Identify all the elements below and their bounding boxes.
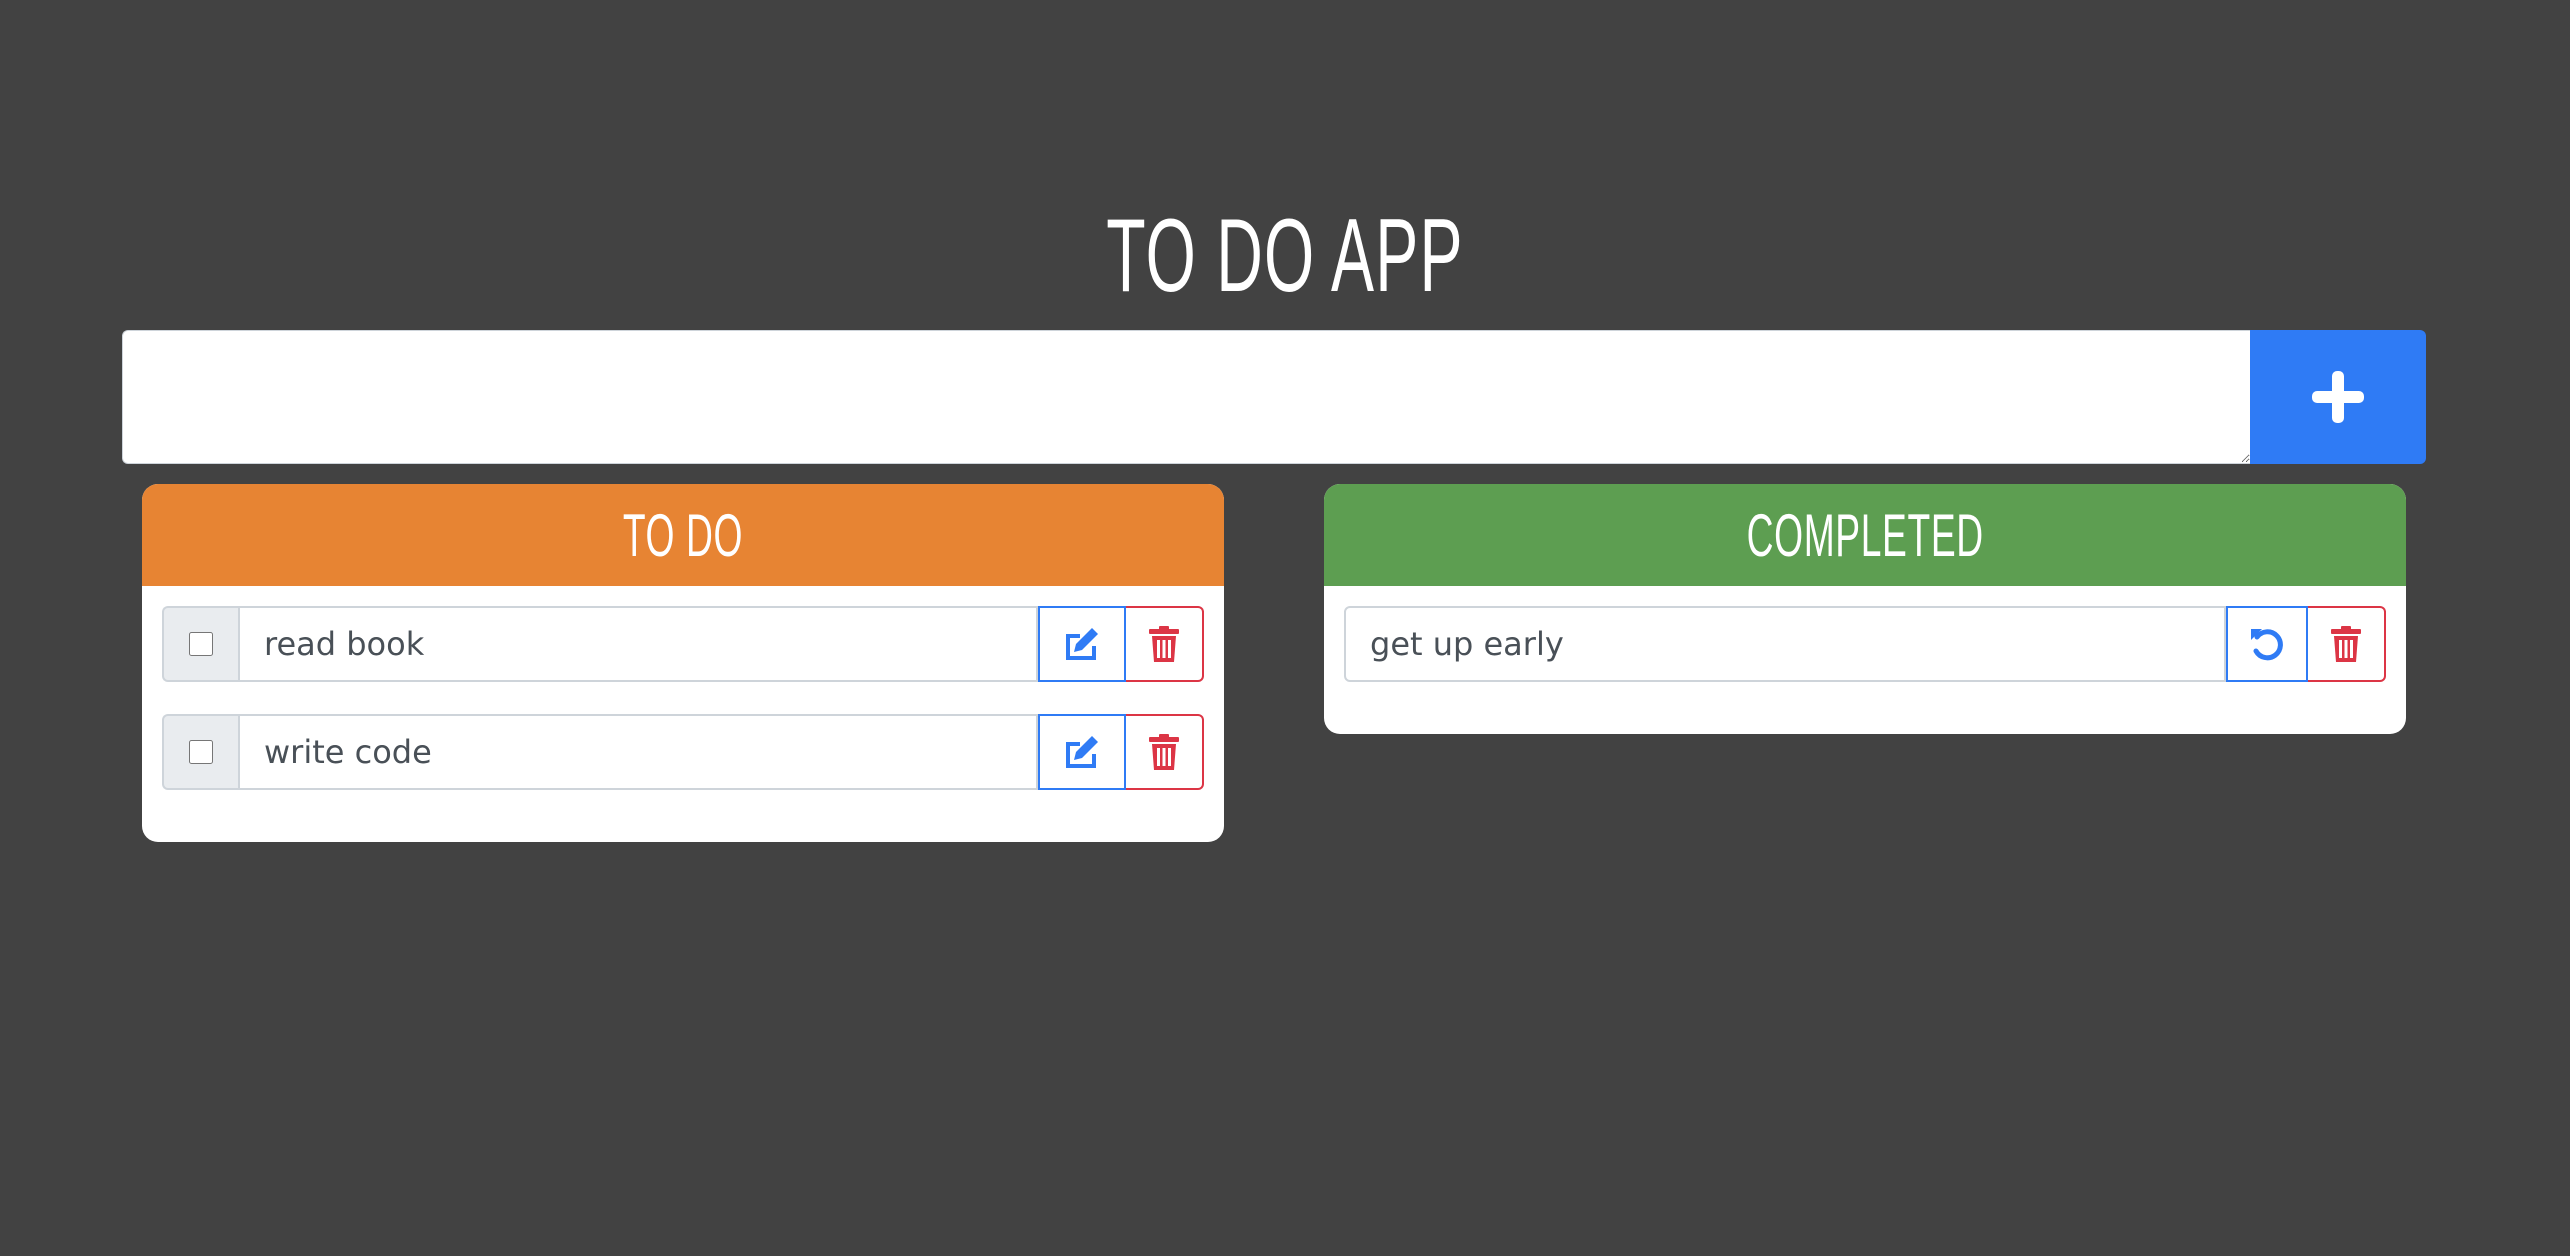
todo-item-checkbox[interactable] — [189, 632, 213, 656]
completed-card-title: COMPLETED — [1746, 501, 1984, 569]
todo-card-title: TO DO — [622, 501, 744, 569]
trash-icon — [2331, 626, 2361, 662]
trash-icon — [1149, 734, 1179, 770]
completed-item: get up early — [1344, 606, 2386, 682]
todo-card: TO DO read book write code — [142, 484, 1224, 842]
todo-card-header: TO DO — [142, 484, 1224, 586]
todo-item-label: read book — [238, 606, 1038, 682]
add-task-row — [122, 330, 2426, 464]
new-task-input[interactable] — [122, 330, 2250, 464]
completed-card: COMPLETED get up early — [1324, 484, 2406, 734]
todo-item: write code — [162, 714, 1204, 790]
completed-item-label: get up early — [1344, 606, 2226, 682]
delete-button[interactable] — [2308, 606, 2386, 682]
completed-card-header: COMPLETED — [1324, 484, 2406, 586]
trash-icon — [1149, 626, 1179, 662]
edit-button[interactable] — [1038, 606, 1126, 682]
page-title: TO DO APP — [1106, 198, 1464, 314]
todo-item-checkbox[interactable] — [189, 740, 213, 764]
pencil-square-icon — [1066, 736, 1098, 768]
plus-icon — [2312, 371, 2364, 423]
delete-button[interactable] — [1126, 714, 1204, 790]
todo-item-checkbox-cell — [162, 714, 238, 790]
todo-item-checkbox-cell — [162, 606, 238, 682]
delete-button[interactable] — [1126, 606, 1204, 682]
add-task-button[interactable] — [2250, 330, 2426, 464]
todo-item: read book — [162, 606, 1204, 682]
edit-button[interactable] — [1038, 714, 1126, 790]
undo-button[interactable] — [2226, 606, 2308, 682]
undo-icon — [2251, 629, 2283, 661]
todo-item-label: write code — [238, 714, 1038, 790]
pencil-square-icon — [1066, 628, 1098, 660]
